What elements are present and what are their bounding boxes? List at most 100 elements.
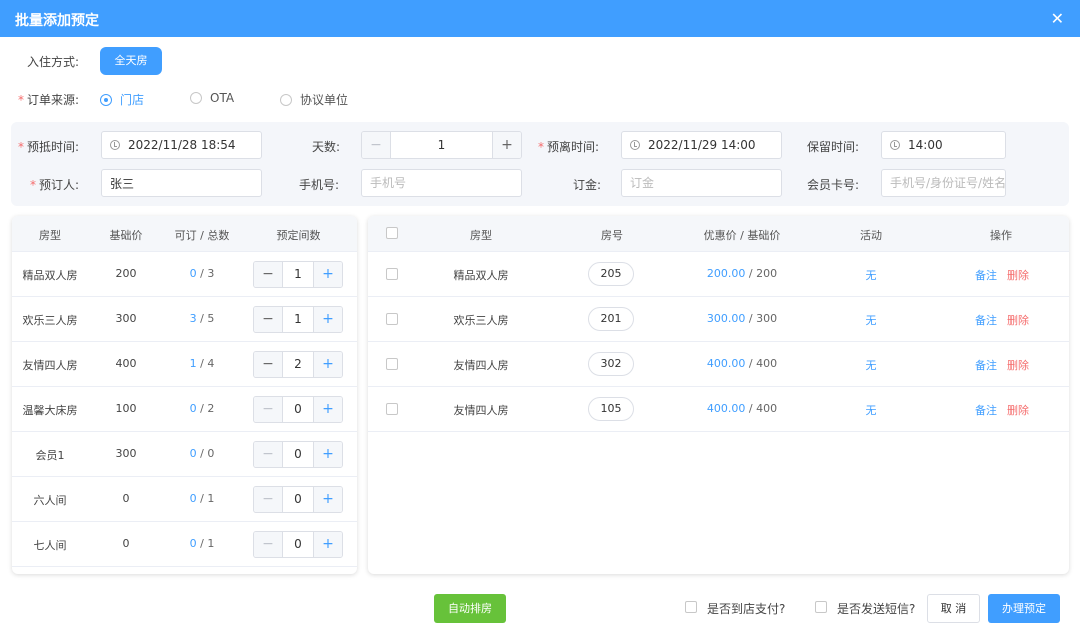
availability: 1 / 4 — [164, 357, 240, 370]
plus-icon[interactable]: + — [493, 132, 521, 158]
slash-separator: / — [196, 447, 208, 460]
plus-icon[interactable]: + — [314, 487, 342, 512]
send-sms-checkbox[interactable] — [815, 601, 827, 613]
row-checkbox[interactable] — [386, 268, 398, 280]
minus-icon[interactable]: − — [254, 487, 282, 512]
room-count-stepper[interactable]: −2 + — [253, 351, 343, 378]
header-base-price: 基础价 — [109, 229, 143, 242]
hold-time-field[interactable]: 14:00 — [881, 131, 1006, 159]
plus-icon[interactable]: + — [314, 262, 342, 287]
delete-link[interactable]: 删除 — [1003, 267, 1033, 283]
days-label: 天数: — [312, 140, 341, 154]
activity-link[interactable]: 无 — [831, 402, 911, 418]
row-checkbox[interactable] — [386, 358, 398, 370]
room-count-value[interactable]: 1 — [282, 307, 314, 332]
source-radio-store[interactable]: 门店 — [100, 91, 144, 108]
clock-icon — [890, 140, 900, 150]
slash-separator: / — [745, 402, 757, 415]
header-room-type: 房型 — [470, 229, 492, 242]
room-number[interactable]: 302 — [588, 352, 634, 376]
pay-at-store-label[interactable]: 是否到店支付? — [707, 600, 785, 617]
room-type-name: 七人间 — [33, 539, 67, 552]
depart-time-field[interactable]: 2022/11/29 14:00 — [621, 131, 782, 159]
minus-icon[interactable]: − — [254, 397, 282, 422]
minus-icon[interactable]: − — [254, 307, 282, 332]
discount-price: 400.00 — [706, 402, 746, 415]
plus-icon[interactable]: + — [314, 442, 342, 467]
delete-link[interactable]: 删除 — [1003, 312, 1033, 328]
availability: 0 / 1 — [164, 492, 240, 505]
source-radio-ota[interactable]: OTA — [190, 91, 234, 105]
discount-price: 400.00 — [706, 357, 746, 370]
delete-link[interactable]: 删除 — [1003, 402, 1033, 418]
slash-separator: / — [745, 267, 757, 280]
total-count: 1 — [207, 537, 215, 550]
cancel-button[interactable]: 取 消 — [927, 594, 980, 623]
base-price: 0 — [122, 492, 130, 505]
days-stepper[interactable]: − 1 + — [361, 131, 522, 159]
availability: 0 / 2 — [164, 402, 240, 415]
select-all-checkbox[interactable] — [386, 227, 398, 239]
minus-icon[interactable]: − — [254, 442, 282, 467]
note-link[interactable]: 备注 — [971, 312, 1001, 328]
room-type-name: 友情四人房 — [22, 359, 78, 372]
auto-assign-button[interactable]: 自动排房 — [434, 594, 506, 623]
send-sms-label[interactable]: 是否发送短信? — [837, 600, 915, 617]
minus-icon[interactable]: − — [362, 132, 390, 158]
booking-row: 友情四人房 302 400.00 / 400 无 备注 删除 — [368, 342, 1069, 387]
note-link[interactable]: 备注 — [971, 357, 1001, 373]
header-room-no: 房号 — [601, 229, 623, 242]
room-count-value[interactable]: 0 — [282, 487, 314, 512]
booking-list-panel: 房型 房号 优惠价 / 基础价 活动 操作 精品双人房 205 200.00 / 2… — [368, 216, 1069, 574]
room-count-stepper[interactable]: −0 + — [253, 486, 343, 513]
checkin-fullday-button[interactable]: 全天房 — [100, 47, 162, 75]
source-radio-agreement[interactable]: 协议单位 — [280, 91, 348, 108]
plus-icon[interactable]: + — [314, 307, 342, 332]
activity-link[interactable]: 无 — [831, 312, 911, 328]
plus-icon[interactable]: + — [314, 532, 342, 557]
room-count-value[interactable]: 1 — [282, 262, 314, 287]
room-count-stepper[interactable]: −0 + — [253, 396, 343, 423]
minus-icon[interactable]: − — [254, 262, 282, 287]
row-checkbox[interactable] — [386, 313, 398, 325]
room-type-row: 六人间 0 0 / 1−0 + — [12, 477, 357, 522]
minus-icon[interactable]: − — [254, 352, 282, 377]
room-count-value[interactable]: 0 — [282, 532, 314, 557]
close-icon[interactable]: ✕ — [1051, 9, 1064, 28]
room-number[interactable]: 105 — [588, 397, 634, 421]
booker-input[interactable] — [101, 169, 262, 197]
plus-icon[interactable]: + — [314, 397, 342, 422]
note-link[interactable]: 备注 — [971, 267, 1001, 283]
room-count-stepper[interactable]: −0 + — [253, 531, 343, 558]
plus-icon[interactable]: + — [314, 352, 342, 377]
phone-label: 手机号: — [299, 178, 340, 192]
activity-link[interactable]: 无 — [831, 267, 911, 283]
deposit-input[interactable] — [621, 169, 782, 197]
days-value[interactable]: 1 — [390, 132, 493, 158]
room-count-stepper[interactable]: −0 + — [253, 441, 343, 468]
room-number[interactable]: 201 — [588, 307, 634, 331]
available-count: 3 — [189, 312, 197, 325]
room-count-value[interactable]: 2 — [282, 352, 314, 377]
member-input[interactable] — [881, 169, 1006, 197]
note-link[interactable]: 备注 — [971, 402, 1001, 418]
room-type-name: 欢乐三人房 — [22, 314, 78, 327]
room-count-stepper[interactable]: −1 + — [253, 261, 343, 288]
activity-link[interactable]: 无 — [831, 357, 911, 373]
room-type-row: 欢乐三人房 300 3 / 5 −1 + — [12, 297, 357, 342]
submit-booking-button[interactable]: 办理预定 — [988, 594, 1060, 623]
pay-at-store-checkbox[interactable] — [685, 601, 697, 613]
phone-input[interactable] — [361, 169, 522, 197]
booking-row: 精品双人房 205 200.00 / 200 无 备注 删除 — [368, 252, 1069, 297]
room-number[interactable]: 205 — [588, 262, 634, 286]
room-type-row: 友情四人房 400 1 / 4 −2 + — [12, 342, 357, 387]
room-count-value[interactable]: 0 — [282, 397, 314, 422]
slash-separator: / — [196, 357, 208, 370]
room-count-stepper[interactable]: −1 + — [253, 306, 343, 333]
row-checkbox[interactable] — [386, 403, 398, 415]
minus-icon[interactable]: − — [254, 532, 282, 557]
room-count-value[interactable]: 0 — [282, 442, 314, 467]
arrive-time-field[interactable]: 2022/11/28 18:54 — [101, 131, 262, 159]
delete-link[interactable]: 删除 — [1003, 357, 1033, 373]
base-price: 200 — [756, 267, 778, 280]
